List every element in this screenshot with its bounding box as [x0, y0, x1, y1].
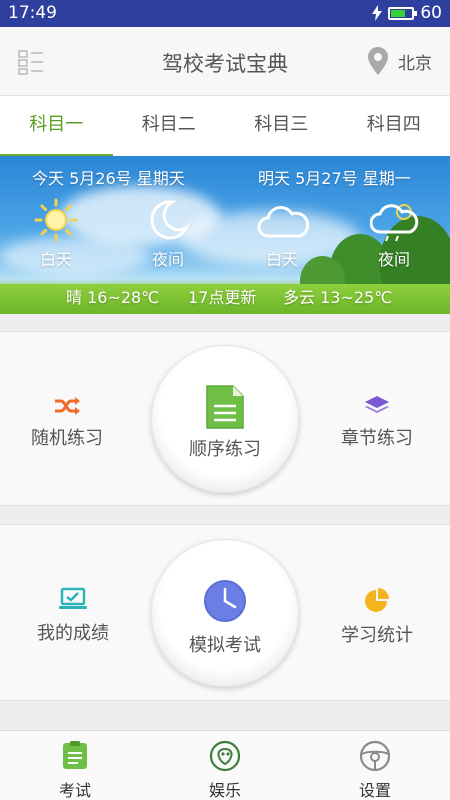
- steering-wheel-icon: [359, 740, 391, 772]
- nav-exam[interactable]: 考试: [0, 731, 150, 800]
- random-practice-button[interactable]: 随机练习: [2, 396, 132, 450]
- my-scores-label: 我的成绩: [37, 623, 109, 644]
- bottom-nav: 考试 娱乐 设置: [0, 730, 450, 800]
- nav-settings-label: 设置: [358, 781, 391, 800]
- nav-settings[interactable]: 设置: [300, 731, 450, 800]
- battery-percent: 60: [420, 3, 442, 23]
- chapter-practice-button[interactable]: 章节练习: [312, 394, 442, 450]
- laptop-check-icon: [59, 587, 87, 609]
- tomorrow-date: 明天 5月27号 星期一: [258, 169, 411, 188]
- location-pin-icon: [368, 47, 388, 75]
- study-stats-label: 学习统计: [341, 625, 413, 646]
- moon-icon: [150, 200, 190, 240]
- subject-tabs: 科目一 科目二 科目三 科目四: [0, 96, 450, 157]
- sequential-practice-label: 顺序练习: [189, 439, 261, 460]
- battery-icon: [388, 6, 418, 20]
- document-icon: [206, 385, 244, 429]
- exam-clipboard-icon: [63, 741, 87, 769]
- today-temperature: 晴 16~28℃: [66, 288, 160, 307]
- my-scores-button[interactable]: 我的成绩: [8, 587, 138, 645]
- sunny-icon: [34, 198, 78, 242]
- exam-card: 我的成绩 模拟考试 学习统计: [0, 524, 450, 701]
- title-bar: 驾校考试宝典 北京: [0, 27, 450, 96]
- city-label: 北京: [398, 53, 432, 74]
- cloudy-icon: [257, 206, 310, 238]
- charging-icon: [372, 5, 383, 21]
- nav-entertainment[interactable]: 娱乐: [150, 731, 300, 800]
- study-stats-button[interactable]: 学习统计: [312, 587, 442, 647]
- status-time: 17:49: [8, 3, 57, 23]
- tomorrow-day-label: 白天: [266, 250, 299, 269]
- tomorrow-temperature: 多云 13~25℃: [283, 288, 393, 307]
- nav-entertainment-label: 娱乐: [208, 781, 241, 800]
- tab-subject-2[interactable]: 科目二: [113, 96, 226, 156]
- nav-exam-label: 考试: [58, 781, 91, 800]
- status-right: 60: [372, 3, 442, 23]
- clock-icon: [204, 580, 246, 622]
- update-time: 17点更新: [188, 288, 257, 307]
- today-night-label: 夜间: [152, 250, 185, 269]
- layers-icon: [365, 396, 389, 413]
- weather-panel: 今天 5月26号 星期天 明天 5月27号 星期一 白天 夜间 白天 夜间 晴 …: [0, 156, 450, 314]
- status-bar: 17:49 60: [0, 0, 450, 27]
- sky-cloud: [0, 236, 150, 276]
- mock-exam-label: 模拟考试: [189, 635, 261, 656]
- random-practice-label: 随机练习: [31, 428, 103, 449]
- practice-card: 随机练习 顺序练习 章节练习: [0, 331, 450, 506]
- location-selector[interactable]: 北京: [368, 47, 432, 75]
- cloudy-rain-icon: [370, 204, 419, 242]
- today-date: 今天 5月26号 星期天: [32, 169, 185, 188]
- pie-chart-icon: [365, 588, 389, 612]
- sequential-practice-button[interactable]: 顺序练习: [151, 345, 299, 493]
- entertainment-icon: [209, 740, 241, 772]
- chapter-practice-label: 章节练习: [341, 428, 413, 449]
- mock-exam-button[interactable]: 模拟考试: [151, 539, 299, 687]
- battery-fill: [391, 9, 405, 17]
- tomorrow-night-label: 夜间: [378, 250, 411, 269]
- today-day-label: 白天: [40, 250, 73, 269]
- shuffle-icon: [55, 397, 80, 415]
- tab-subject-1[interactable]: 科目一: [0, 96, 113, 157]
- tab-subject-4[interactable]: 科目四: [338, 96, 450, 156]
- tab-subject-3[interactable]: 科目三: [225, 96, 338, 156]
